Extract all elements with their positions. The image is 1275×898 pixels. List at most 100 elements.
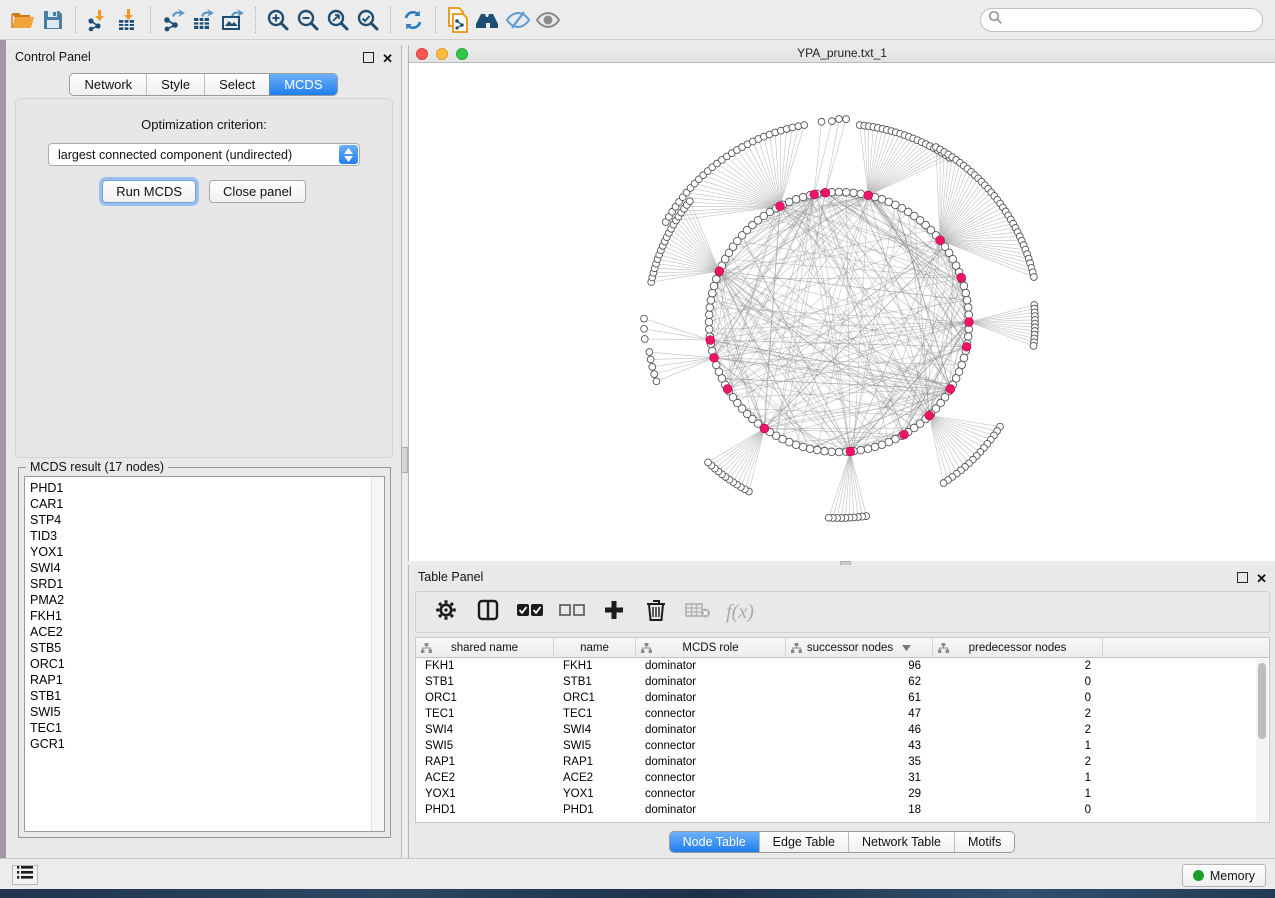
network-window-titlebar[interactable]: YPA_prune.txt_1 (409, 45, 1275, 63)
mcds-result-item[interactable]: FKH1 (30, 608, 384, 624)
network-leaf-node[interactable] (829, 118, 836, 125)
network-leaf-node[interactable] (818, 118, 825, 125)
network-node[interactable] (828, 448, 836, 456)
network-node[interactable] (707, 296, 715, 304)
mcds-result-item[interactable]: STB1 (30, 688, 384, 704)
mcds-result-item[interactable]: TID3 (30, 528, 384, 544)
network-leaf-node[interactable] (940, 480, 947, 487)
table-scrollbar-thumb[interactable] (1258, 663, 1266, 739)
mcds-result-item[interactable]: TEC1 (30, 720, 384, 736)
window-close-button[interactable] (416, 48, 428, 60)
zoom-fit-button[interactable] (323, 5, 353, 35)
tab-mcds[interactable]: MCDS (269, 74, 336, 95)
save-session-button[interactable] (38, 5, 68, 35)
table-row[interactable]: YOX1YOX1connector291 (416, 786, 1269, 802)
export-table-button[interactable] (188, 5, 218, 35)
network-leaf-node[interactable] (1030, 342, 1037, 349)
mcds-result-item[interactable]: SWI4 (30, 560, 384, 576)
float-panel-button[interactable] (1237, 570, 1248, 588)
table-scrollbar[interactable] (1256, 659, 1268, 823)
search-input[interactable] (1003, 13, 1262, 27)
close-panel-button[interactable]: Close panel (209, 180, 306, 203)
export-network-button[interactable] (158, 5, 188, 35)
mcds-node[interactable] (723, 385, 732, 394)
mcds-result-item[interactable]: RAP1 (30, 672, 384, 688)
zoom-selected-button[interactable] (353, 5, 383, 35)
network-node[interactable] (960, 354, 968, 362)
zoom-in-button[interactable] (263, 5, 293, 35)
column-header-shared-name[interactable]: shared name (416, 638, 554, 657)
zoom-out-button[interactable] (293, 5, 323, 35)
optimization-criterion-select[interactable]: largest connected component (undirected) (48, 143, 360, 166)
network-leaf-node[interactable] (686, 198, 693, 205)
network-node[interactable] (792, 195, 800, 203)
mcds-node[interactable] (936, 236, 945, 245)
window-zoom-button[interactable] (456, 48, 468, 60)
network-node[interactable] (960, 282, 968, 290)
network-leaf-node[interactable] (653, 378, 660, 385)
network-node[interactable] (842, 188, 850, 196)
table-row[interactable]: SWI4SWI4dominator462 (416, 722, 1269, 738)
network-node[interactable] (964, 304, 972, 312)
network-leaf-node[interactable] (705, 459, 712, 466)
mcds-node[interactable] (962, 342, 971, 351)
network-node[interactable] (799, 443, 807, 451)
network-node[interactable] (813, 446, 821, 454)
mcds-result-item[interactable]: CAR1 (30, 496, 384, 512)
mcds-node[interactable] (706, 336, 715, 345)
mcds-result-item[interactable]: YOX1 (30, 544, 384, 560)
network-search-box[interactable] (980, 8, 1263, 32)
find-binoculars-button[interactable] (473, 5, 503, 35)
network-leaf-node[interactable] (641, 336, 648, 343)
tab-network[interactable]: Network (70, 74, 146, 95)
memory-button[interactable]: Memory (1182, 864, 1266, 887)
mcds-result-item[interactable]: STP4 (30, 512, 384, 528)
network-node[interactable] (706, 304, 714, 312)
tab-network-table[interactable]: Network Table (848, 832, 954, 852)
mcds-result-item[interactable]: SRD1 (30, 576, 384, 592)
mcds-node[interactable] (846, 447, 855, 456)
mcds-result-item[interactable]: ACE2 (30, 624, 384, 640)
network-leaf-node[interactable] (651, 371, 658, 378)
network-node[interactable] (857, 446, 865, 454)
column-header-predecessor-nodes[interactable]: predecessor nodes (933, 638, 1103, 657)
network-node[interactable] (857, 190, 865, 198)
task-history-button[interactable] (12, 865, 38, 885)
export-image-button[interactable] (218, 5, 248, 35)
network-node[interactable] (962, 289, 970, 297)
column-header-MCDS-role[interactable]: MCDS role (636, 638, 786, 657)
mcds-result-item[interactable]: PHD1 (30, 480, 384, 496)
mcds-result-item[interactable]: STB5 (30, 640, 384, 656)
network-node[interactable] (806, 445, 814, 453)
network-leaf-node[interactable] (649, 363, 656, 370)
mcds-node[interactable] (957, 273, 966, 282)
close-panel-button[interactable]: ✕ (382, 50, 393, 68)
mcds-node[interactable] (946, 385, 955, 394)
network-node[interactable] (864, 445, 872, 453)
table-row[interactable]: FKH1FKH1dominator962 (416, 658, 1269, 674)
mcds-node[interactable] (925, 411, 934, 420)
show-column-button[interactable] (474, 598, 502, 626)
network-node[interactable] (835, 188, 843, 196)
result-scrollbar[interactable] (371, 477, 384, 831)
open-file-button[interactable] (8, 5, 38, 35)
network-node[interactable] (708, 289, 716, 297)
import-table-button[interactable] (113, 5, 143, 35)
network-node[interactable] (850, 189, 858, 197)
refresh-button[interactable] (398, 5, 428, 35)
mcds-result-listbox[interactable]: PHD1CAR1STP4TID3YOX1SWI4SRD1PMA2FKH1ACE2… (24, 476, 385, 832)
network-leaf-node[interactable] (1030, 274, 1037, 281)
network-node[interactable] (835, 448, 843, 456)
clone-network-button[interactable] (443, 5, 473, 35)
show-graphics-button[interactable] (533, 5, 563, 35)
window-minimize-button[interactable] (436, 48, 448, 60)
network-node[interactable] (705, 325, 713, 333)
mcds-result-item[interactable]: GCR1 (30, 736, 384, 752)
tab-edge-table[interactable]: Edge Table (759, 832, 848, 852)
network-leaf-node[interactable] (647, 356, 654, 363)
network-node[interactable] (799, 193, 807, 201)
network-node[interactable] (964, 333, 972, 341)
network-node[interactable] (963, 296, 971, 304)
hide-graphics-button[interactable] (503, 5, 533, 35)
column-header-name[interactable]: name (554, 638, 636, 657)
